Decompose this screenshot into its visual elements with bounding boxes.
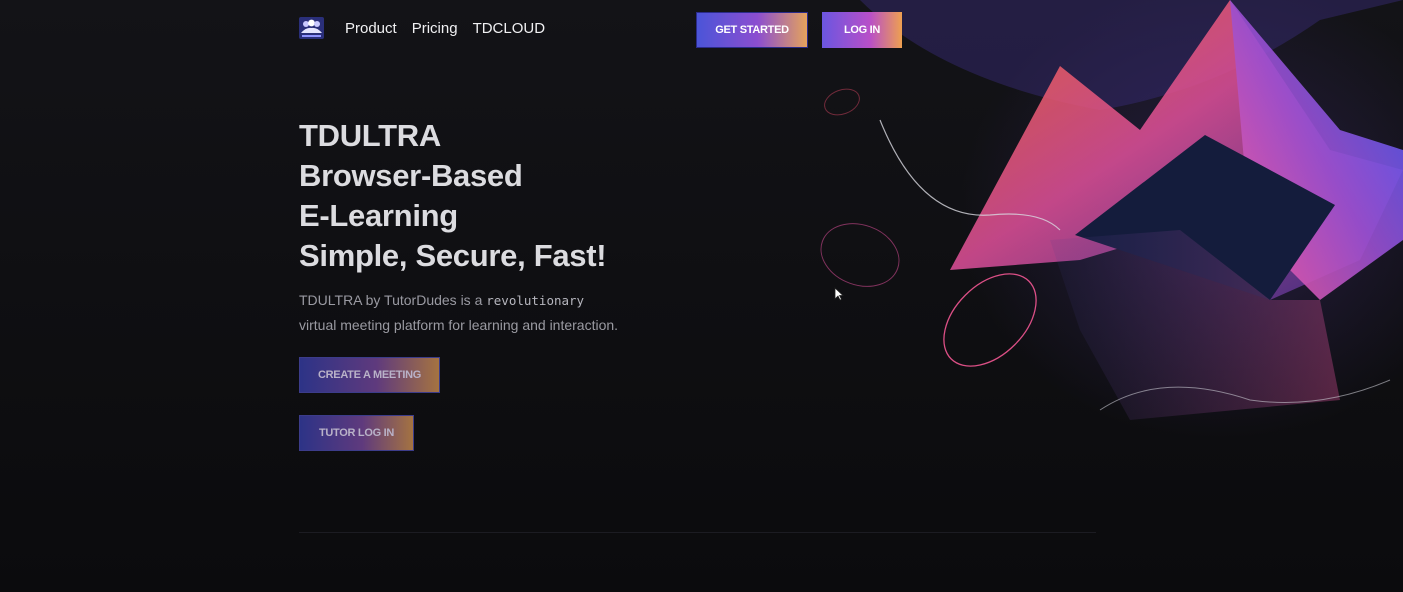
mouse-cursor-icon [834, 287, 844, 301]
hero-title-line-1: TDULTRA [299, 118, 441, 153]
get-started-button[interactable]: GET STARTED [696, 12, 808, 48]
nav-link-product[interactable]: Product [345, 20, 397, 37]
tdultra-logo-icon[interactable] [299, 17, 324, 39]
hero-desc-part-2: virtual meeting platform for learning an… [299, 317, 619, 333]
nav-link-pricing[interactable]: Pricing [412, 20, 458, 37]
section-divider [299, 532, 1096, 533]
tutor-login-button[interactable]: TUTOR LOG IN [299, 415, 414, 451]
hero-description: TDULTRA by TutorDudes is a revolutionary… [299, 288, 659, 337]
nav-link-tdcloud[interactable]: TDCLOUD [473, 20, 546, 37]
log-in-button[interactable]: LOG IN [822, 12, 902, 48]
create-meeting-button[interactable]: CREATE A MEETING [299, 357, 440, 393]
hero-title: TDULTRA Browser-Based E-Learning Simple,… [299, 116, 607, 276]
hero-title-line-3: E-Learning [299, 198, 458, 233]
hero-desc-highlight: revolutionary [486, 293, 585, 308]
hero-title-line-2: Browser-Based [299, 158, 523, 193]
landing-page: Product Pricing TDCLOUD GET STARTED LOG … [0, 0, 1403, 592]
hero-abstract-art [820, 0, 1403, 440]
hero-title-line-4: Simple, Secure, Fast! [299, 238, 607, 273]
hero-desc-part-1: TDULTRA by TutorDudes is a [299, 292, 487, 308]
top-nav: Product Pricing TDCLOUD [299, 16, 560, 40]
